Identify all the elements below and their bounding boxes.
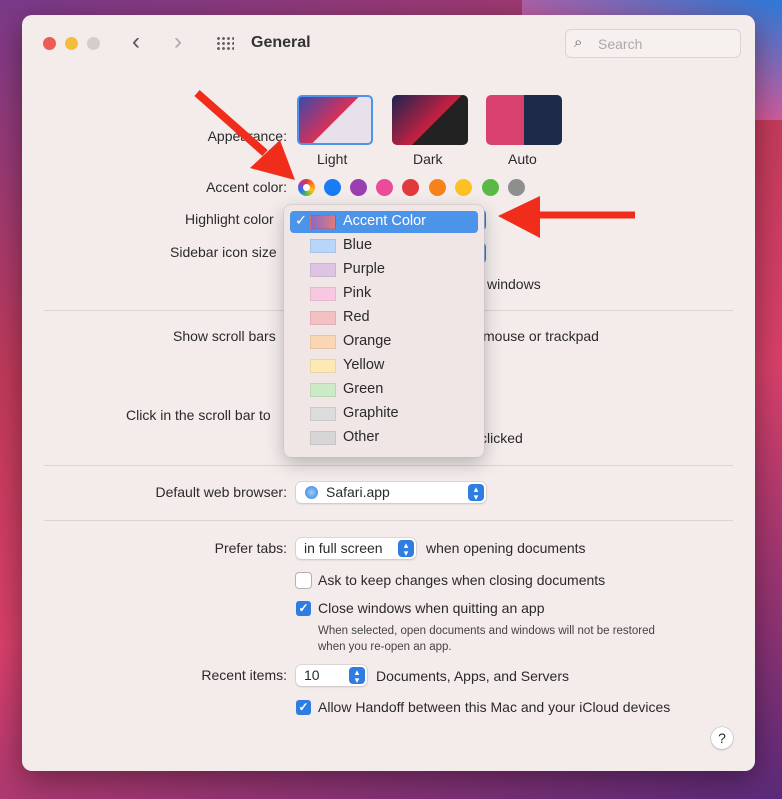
red-arrow-accent-icon <box>194 90 295 180</box>
red-arrow-highlight-icon <box>498 196 635 238</box>
annotation-arrows <box>194 90 635 238</box>
